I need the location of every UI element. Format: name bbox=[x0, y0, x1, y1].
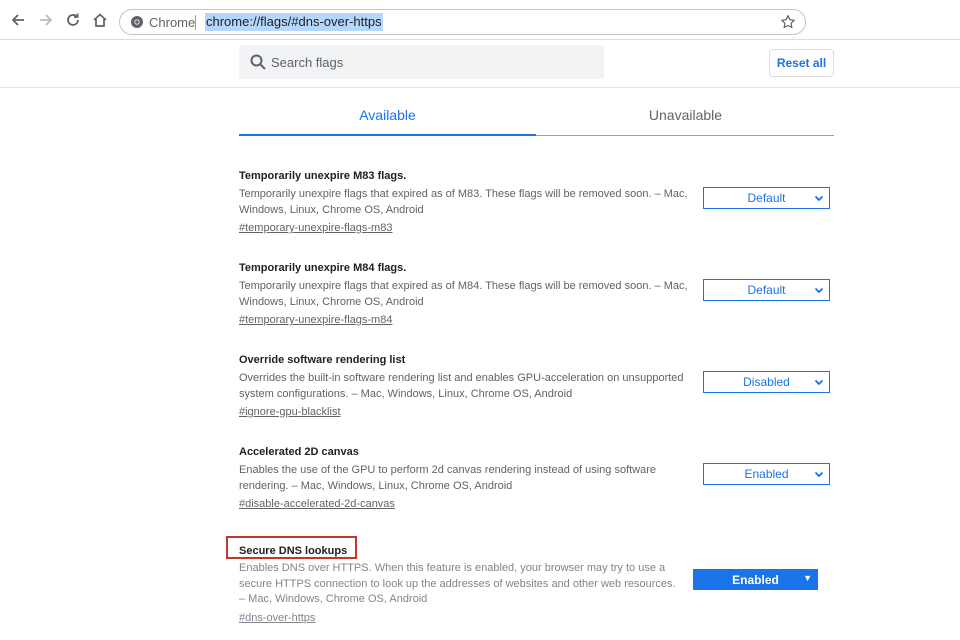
back-button[interactable] bbox=[8, 10, 28, 30]
chevron-down-icon bbox=[814, 471, 824, 478]
flag-state-select[interactable]: Enabled bbox=[703, 463, 830, 485]
back-arrow-icon bbox=[11, 14, 24, 26]
flag-state-value: Enabled bbox=[744, 467, 789, 481]
chevron-down-icon bbox=[814, 379, 824, 386]
flag-title: Accelerated 2D canvas bbox=[239, 446, 359, 458]
flag-title: Temporarily unexpire M84 flags. bbox=[239, 262, 407, 274]
flag-state-select[interactable]: Default bbox=[703, 187, 830, 209]
reload-icon bbox=[67, 13, 79, 26]
flag-link[interactable]: #disable-accelerated-2d-canvas bbox=[239, 497, 395, 512]
flag-state-select[interactable]: Enabled ▼ bbox=[693, 569, 818, 590]
site-label: Chrome bbox=[149, 15, 196, 30]
flag-link[interactable]: #temporary-unexpire-flags-m83 bbox=[239, 221, 392, 236]
flag-title: Override software rendering list bbox=[239, 354, 406, 366]
bookmark-star-icon[interactable] bbox=[780, 14, 796, 30]
flag-state-value: Enabled bbox=[732, 572, 779, 587]
flags-header: Reset all bbox=[0, 40, 960, 88]
flag-item: Temporarily unexpire M84 flags. Temporar… bbox=[239, 258, 839, 328]
flag-title: Secure DNS lookups bbox=[239, 545, 348, 557]
tab-unavailable[interactable]: Unavailable bbox=[537, 100, 834, 136]
search-input[interactable] bbox=[271, 45, 591, 79]
flag-description: Enables DNS over HTTPS. When this featur… bbox=[239, 562, 676, 605]
home-button[interactable] bbox=[90, 10, 110, 30]
flag-state-value: Default bbox=[747, 283, 786, 297]
flag-state-select[interactable]: Default bbox=[703, 279, 830, 301]
omnibox-separator bbox=[195, 15, 196, 30]
reset-all-button[interactable]: Reset all bbox=[769, 49, 834, 77]
tab-available[interactable]: Available bbox=[239, 100, 536, 136]
flag-title: Temporarily unexpire M83 flags. bbox=[239, 170, 407, 182]
flag-description: Enables the use of the GPU to perform 2d… bbox=[239, 464, 657, 492]
active-tab-indicator bbox=[239, 134, 536, 136]
forward-arrow-icon bbox=[40, 14, 53, 26]
flag-description: Temporarily unexpire flags that expired … bbox=[239, 188, 688, 216]
flag-link[interactable]: #temporary-unexpire-flags-m84 bbox=[239, 313, 392, 328]
caret-down-icon: ▼ bbox=[803, 573, 812, 583]
chevron-down-icon bbox=[814, 287, 824, 294]
flag-item: Override software rendering list Overrid… bbox=[239, 350, 839, 420]
flag-link[interactable]: #ignore-gpu-blacklist bbox=[239, 405, 341, 420]
flag-item: Accelerated 2D canvas Enables the use of… bbox=[239, 442, 839, 512]
flag-state-value: Default bbox=[747, 191, 786, 205]
search-box[interactable] bbox=[239, 45, 604, 79]
flag-description: Temporarily unexpire flags that expired … bbox=[239, 280, 688, 308]
flag-item-secure-dns: Secure DNS lookups Enables DNS over HTTP… bbox=[239, 541, 839, 626]
flag-state-value: Disabled bbox=[743, 375, 790, 389]
flag-item: Temporarily unexpire M83 flags. Temporar… bbox=[239, 166, 839, 236]
url-text[interactable]: chrome://flags/#dns-over-https bbox=[205, 13, 383, 31]
flag-description: Overrides the built-in software renderin… bbox=[239, 372, 684, 400]
flag-link[interactable]: #dns-over-https bbox=[239, 611, 315, 626]
chrome-icon bbox=[131, 16, 143, 28]
home-icon bbox=[93, 13, 107, 27]
address-bar[interactable]: Chrome chrome://flags/#dns-over-https bbox=[119, 9, 806, 35]
forward-button[interactable] bbox=[36, 10, 56, 30]
reload-button[interactable] bbox=[63, 10, 83, 30]
search-icon bbox=[250, 54, 266, 70]
chevron-down-icon bbox=[814, 195, 824, 202]
browser-toolbar: Chrome chrome://flags/#dns-over-https bbox=[0, 0, 960, 40]
tab-bar: Available Unavailable bbox=[239, 100, 834, 136]
flag-state-select[interactable]: Disabled bbox=[703, 371, 830, 393]
